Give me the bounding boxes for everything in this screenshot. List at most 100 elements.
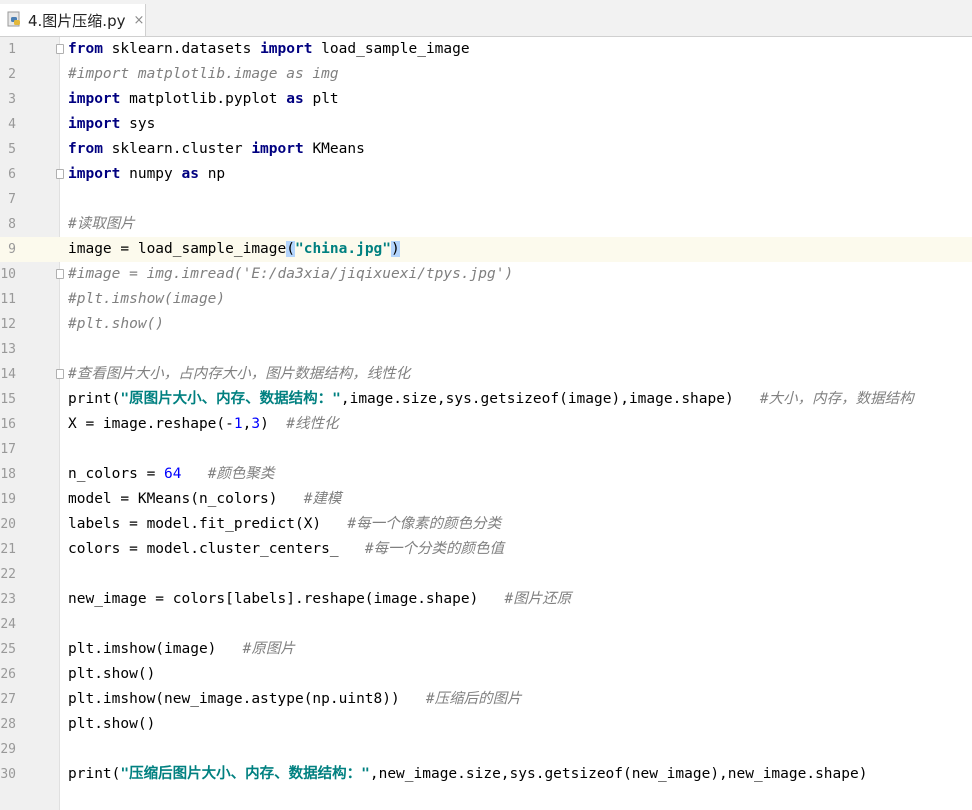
code-line[interactable]: 29	[0, 737, 972, 762]
code-line[interactable]: 11 #plt.imshow(image)	[0, 287, 972, 312]
code-line[interactable]: 24	[0, 612, 972, 637]
code-line[interactable]: 5 from sklearn.cluster import KMeans	[0, 137, 972, 162]
code-text: print("原图片大小、内存、数据结构：",image.size,sys.ge…	[68, 387, 914, 412]
code-line[interactable]: 25 plt.imshow(image) #原图片	[0, 637, 972, 662]
tab-active-file[interactable]: 4.图片压缩.py ×	[0, 4, 146, 36]
line-number: 22	[0, 567, 16, 582]
line-number: 10	[0, 267, 16, 282]
code-text: import numpy as np	[68, 162, 225, 187]
line-number: 20	[0, 517, 16, 532]
code-text: new_image = colors[labels].reshape(image…	[68, 587, 571, 612]
code-line[interactable]: 3 import matplotlib.pyplot as plt	[0, 87, 972, 112]
code-text: from sklearn.cluster import KMeans	[68, 137, 365, 162]
tab-title: 4.图片压缩.py	[28, 11, 126, 30]
code-text: print("压缩后图片大小、内存、数据结构：",new_image.size,…	[68, 762, 867, 787]
fold-marker-icon[interactable]	[56, 44, 64, 54]
code-text: X = image.reshape(-1,3) #线性化	[68, 412, 339, 437]
code-line[interactable]: 6 import numpy as np	[0, 162, 972, 187]
code-token: import	[251, 141, 304, 157]
code-line[interactable]: 17	[0, 437, 972, 462]
code-line[interactable]: 8 #读取图片	[0, 212, 972, 237]
code-line[interactable]: 23 new_image = colors[labels].reshape(ima…	[0, 587, 972, 612]
code-text: plt.imshow(new_image.astype(np.uint8)) #…	[68, 687, 522, 712]
code-token: plt.show()	[68, 666, 156, 682]
code-line[interactable]: 22	[0, 562, 972, 587]
code-line[interactable]: 14 #查看图片大小，占内存大小，图片数据结构，线性化	[0, 362, 972, 387]
code-line[interactable]: 1 from sklearn.datasets import load_sampl…	[0, 37, 972, 62]
code-line[interactable]: 30 print("压缩后图片大小、内存、数据结构：",new_image.siz…	[0, 762, 972, 787]
code-line[interactable]: 10 #image = img.imread('E:/da3xia/jiqixue…	[0, 262, 972, 287]
line-number: 18	[0, 467, 16, 482]
code-token: new_image = colors[labels].reshape(image…	[68, 591, 505, 607]
line-number: 14	[0, 367, 16, 382]
line-number: 23	[0, 592, 16, 607]
code-line[interactable]: 19 model = KMeans(n_colors) #建模	[0, 487, 972, 512]
code-text: #image = img.imread('E:/da3xia/jiqixuexi…	[68, 262, 513, 287]
code-token: labels = model.fit_predict(X)	[68, 516, 348, 532]
code-line[interactable]: 27 plt.imshow(new_image.astype(np.uint8))…	[0, 687, 972, 712]
code-text: #读取图片	[68, 212, 135, 237]
code-line[interactable]: 26 plt.show()	[0, 662, 972, 687]
code-line[interactable]: 18 n_colors = 64 #颜色聚类	[0, 462, 972, 487]
code-token: #颜色聚类	[207, 466, 275, 482]
code-token: KMeans	[303, 141, 365, 157]
fold-marker-icon[interactable]	[56, 369, 64, 379]
code-token: #大小，内存，数据结构	[759, 391, 914, 407]
code-line[interactable]: 12 #plt.show()	[0, 312, 972, 337]
code-token: ,image.size,sys.getsizeof(image),image.s…	[340, 391, 760, 407]
tab-close-icon[interactable]: ×	[133, 13, 144, 28]
code-token: #查看图片大小，占内存大小，图片数据结构，线性化	[68, 366, 411, 382]
code-token: as	[286, 91, 304, 107]
code-token: #plt.imshow(image)	[68, 291, 226, 307]
fold-marker-icon[interactable]	[56, 169, 64, 179]
code-token: as	[181, 166, 199, 182]
fold-marker-icon[interactable]	[56, 269, 64, 279]
code-line[interactable]: 21 colors = model.cluster_centers_ #每一个分类…	[0, 537, 972, 562]
code-token: plt	[303, 91, 339, 107]
code-editor[interactable]: 1 from sklearn.datasets import load_sampl…	[0, 37, 972, 810]
line-number: 17	[0, 442, 16, 457]
code-text: plt.show()	[68, 662, 155, 687]
code-line[interactable]: 16 X = image.reshape(-1,3) #线性化	[0, 412, 972, 437]
code-text: from sklearn.datasets import load_sample…	[68, 37, 470, 62]
line-number: 28	[0, 717, 16, 732]
code-token: (	[286, 241, 295, 257]
code-line[interactable]: 9 image = load_sample_image("china.jpg")	[0, 237, 972, 262]
code-token: #image = img.imread('E:/da3xia/jiqixuexi…	[68, 266, 514, 282]
code-token: ,new_image.size,sys.getsizeof(new_image)…	[369, 766, 868, 782]
code-text: labels = model.fit_predict(X) #每一个像素的颜色分…	[68, 512, 501, 537]
code-token: from	[68, 41, 103, 57]
code-text: #plt.show()	[68, 312, 164, 337]
line-number: 21	[0, 542, 16, 557]
code-token: 1	[233, 416, 243, 432]
code-token: sklearn.datasets	[102, 41, 261, 57]
code-line[interactable]: 2 #import matplotlib.image as img	[0, 62, 972, 87]
code-text: plt.show()	[68, 712, 155, 737]
code-token: #线性化	[286, 416, 339, 432]
code-line[interactable]: 28 plt.show()	[0, 712, 972, 737]
code-line[interactable]: 15 print("原图片大小、内存、数据结构：",image.size,sys.…	[0, 387, 972, 412]
line-number: 26	[0, 667, 16, 682]
editor-tab-bar: 4.图片压缩.py ×	[0, 0, 972, 37]
line-number: 11	[0, 292, 16, 307]
line-number: 24	[0, 617, 16, 632]
code-line[interactable]: 13	[0, 337, 972, 362]
line-number: 13	[0, 342, 16, 357]
code-line[interactable]: 7	[0, 187, 972, 212]
code-token: image = load_sample_image	[68, 241, 287, 257]
code-token: print(	[68, 766, 121, 782]
code-token: import	[68, 91, 121, 107]
code-text: image = load_sample_image("china.jpg")	[68, 237, 400, 262]
line-number: 6	[8, 167, 16, 182]
code-token: matplotlib.pyplot	[120, 91, 287, 107]
code-line[interactable]: 4 import sys	[0, 112, 972, 137]
code-line[interactable]: 20 labels = model.fit_predict(X) #每一个像素的颜…	[0, 512, 972, 537]
code-token: import	[68, 116, 121, 132]
code-token: 64	[164, 466, 182, 482]
line-number: 29	[0, 742, 16, 757]
line-number: 12	[0, 317, 16, 332]
line-number: 16	[0, 417, 16, 432]
line-number: 2	[8, 67, 16, 82]
code-token: n_colors =	[68, 466, 165, 482]
